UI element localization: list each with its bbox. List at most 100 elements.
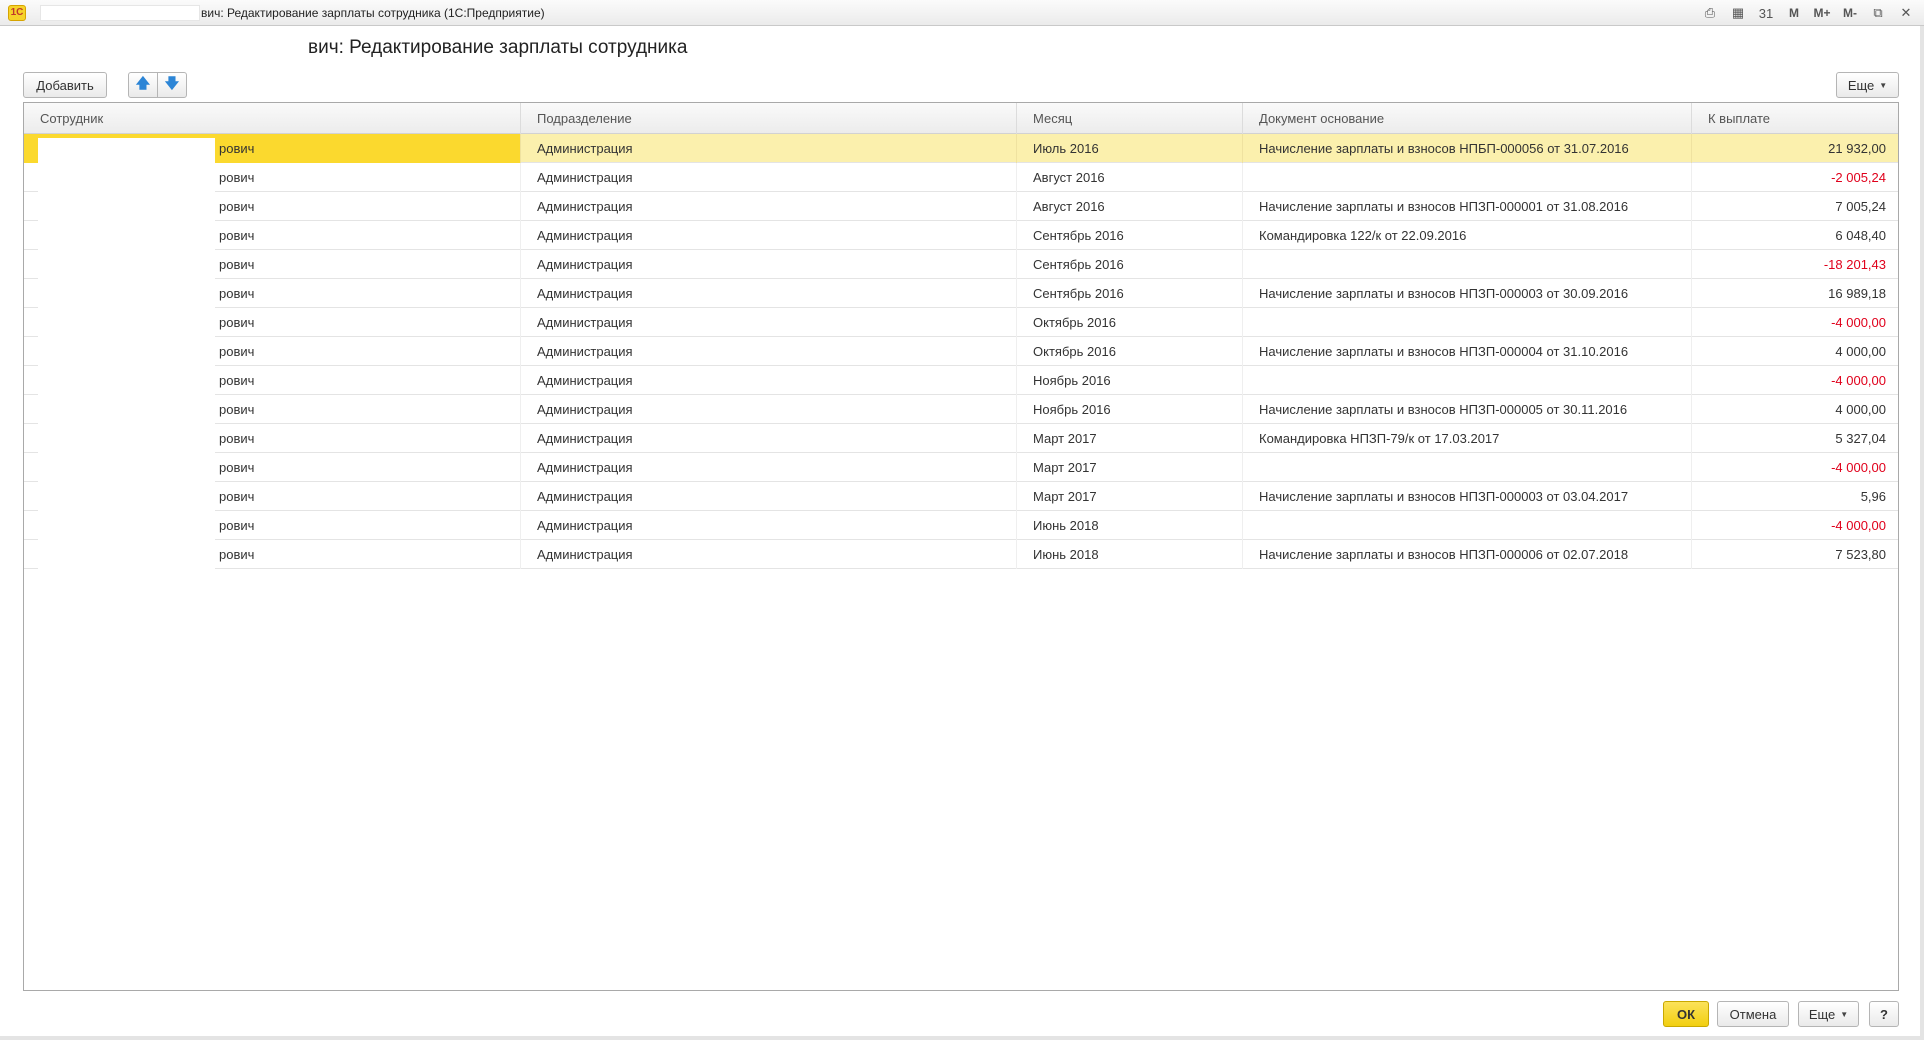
table-row[interactable]: рович Администрация Сентябрь 2016 Команд…	[24, 221, 1898, 250]
cell-document	[1243, 511, 1692, 540]
cell-month: Сентябрь 2016	[1017, 221, 1243, 250]
memory-subtract-button[interactable]: M-	[1840, 4, 1860, 22]
cell-month: Август 2016	[1017, 163, 1243, 192]
cell-document: Начисление зарплаты и взносов НПЗП-00000…	[1243, 482, 1692, 511]
cell-month: Март 2017	[1017, 453, 1243, 482]
cell-amount: 5,96	[1860, 489, 1886, 504]
table-row[interactable]: рович Администрация Ноябрь 2016 Начислен…	[24, 395, 1898, 424]
redacted-block	[40, 5, 200, 21]
arrow-down-icon: 🡇	[164, 75, 180, 91]
cell-document: Командировка НПЗП-79/к от 17.03.2017	[1243, 424, 1692, 453]
cell-department: Администрация	[521, 366, 1017, 395]
column-header-employee[interactable]: Сотрудник	[24, 103, 521, 134]
cell-department: Администрация	[521, 192, 1017, 221]
cancel-button[interactable]: Отмена	[1717, 1001, 1789, 1027]
cell-document: Начисление зарплаты и взносов НПЗП-00000…	[1243, 540, 1692, 569]
memory-button[interactable]: M	[1784, 4, 1804, 22]
move-up-button[interactable]: 🡅	[128, 72, 158, 98]
cell-department: Администрация	[521, 163, 1017, 192]
cell-department: Администрация	[521, 395, 1017, 424]
cell-amount: -2 005,24	[1831, 170, 1886, 185]
restore-window-icon[interactable]: ⧉	[1868, 4, 1888, 22]
window-border	[0, 1036, 1924, 1040]
cell-amount: 4 000,00	[1835, 402, 1886, 417]
table-row[interactable]: рович Администрация Август 2016 Начислен…	[24, 192, 1898, 221]
arrow-up-icon: 🡅	[135, 75, 151, 91]
cell-amount: 6 048,40	[1835, 228, 1886, 243]
column-header-month[interactable]: Месяц	[1017, 103, 1243, 134]
cell-amount: -4 000,00	[1831, 315, 1886, 330]
cell-document	[1243, 453, 1692, 482]
cell-month: Август 2016	[1017, 192, 1243, 221]
table-row[interactable]: рович Администрация Сентябрь 2016 -18 20…	[24, 250, 1898, 279]
cell-month: Март 2017	[1017, 424, 1243, 453]
column-header-amount[interactable]: К выплате	[1692, 103, 1898, 134]
cell-document	[1243, 308, 1692, 337]
cell-document: Начисление зарплаты и взносов НПЗП-00000…	[1243, 395, 1692, 424]
add-button[interactable]: Добавить	[23, 72, 107, 98]
salary-table[interactable]: Сотрудник Подразделение Месяц Документ о…	[23, 102, 1899, 991]
cell-month: Июль 2016	[1017, 134, 1243, 163]
cell-amount: 21 932,00	[1828, 141, 1886, 156]
more-label: Еще	[1808, 1006, 1836, 1022]
print-icon[interactable]: ⎙	[1700, 4, 1720, 22]
more-actions-button[interactable]: Еще ▼	[1836, 72, 1899, 98]
cell-department: Администрация	[521, 308, 1017, 337]
table-row[interactable]: рович Администрация Октябрь 2016 Начисле…	[24, 337, 1898, 366]
cell-month: Июнь 2018	[1017, 511, 1243, 540]
table-row[interactable]: рович Администрация Август 2016 -2 005,2…	[24, 163, 1898, 192]
table-header: Сотрудник Подразделение Месяц Документ о…	[24, 103, 1898, 134]
cell-department: Администрация	[521, 250, 1017, 279]
table-row[interactable]: рович Администрация Март 2017 Командиров…	[24, 424, 1898, 453]
app-logo-icon: 1С	[8, 5, 26, 21]
column-header-document[interactable]: Документ основание	[1243, 103, 1692, 134]
cell-department: Администрация	[521, 279, 1017, 308]
cell-month: Июнь 2018	[1017, 540, 1243, 569]
cell-amount: 5 327,04	[1835, 431, 1886, 446]
close-icon[interactable]: ✕	[1896, 4, 1916, 22]
cell-amount: -4 000,00	[1831, 373, 1886, 388]
cell-month: Октябрь 2016	[1017, 308, 1243, 337]
table-row[interactable]: рович Администрация Октябрь 2016 -4 000,…	[24, 308, 1898, 337]
table-row[interactable]: рович Администрация Июль 2016 Начисление…	[24, 134, 1898, 163]
memory-add-button[interactable]: M+	[1812, 4, 1832, 22]
cell-department: Администрация	[521, 540, 1017, 569]
window-border	[1920, 26, 1924, 1040]
cell-department: Администрация	[521, 424, 1017, 453]
redacted-block	[38, 138, 215, 672]
cell-month: Сентябрь 2016	[1017, 250, 1243, 279]
ok-button[interactable]: ОК	[1663, 1001, 1709, 1027]
table-row[interactable]: рович Администрация Июнь 2018 Начисление…	[24, 540, 1898, 569]
table-row[interactable]: рович Администрация Июнь 2018 -4 000,00	[24, 511, 1898, 540]
cell-amount: -4 000,00	[1831, 460, 1886, 475]
cell-department: Администрация	[521, 482, 1017, 511]
column-header-department[interactable]: Подразделение	[521, 103, 1017, 134]
table-row[interactable]: рович Администрация Март 2017 Начисление…	[24, 482, 1898, 511]
cell-document: Командировка 122/к от 22.09.2016	[1243, 221, 1692, 250]
cell-department: Администрация	[521, 134, 1017, 163]
more-actions-footer-button[interactable]: Еще ▼	[1798, 1001, 1859, 1027]
cell-amount: -18 201,43	[1823, 257, 1886, 272]
cell-amount: -4 000,00	[1831, 518, 1886, 533]
move-down-button[interactable]: 🡇	[157, 72, 187, 98]
cell-document: Начисление зарплаты и взносов НПБП-00005…	[1243, 134, 1692, 163]
cell-document	[1243, 250, 1692, 279]
cell-month: Ноябрь 2016	[1017, 395, 1243, 424]
cell-document	[1243, 163, 1692, 192]
calendar-icon[interactable]: 31	[1756, 4, 1776, 22]
cell-amount: 7 523,80	[1835, 547, 1886, 562]
table-row[interactable]: рович Администрация Март 2017 -4 000,00	[24, 453, 1898, 482]
table-row[interactable]: рович Администрация Сентябрь 2016 Начисл…	[24, 279, 1898, 308]
window-tools: ⎙ ▦ 31 M M+ M- ⧉ ✕	[1692, 3, 1916, 23]
table-row[interactable]: рович Администрация Ноябрь 2016 -4 000,0…	[24, 366, 1898, 395]
calculator-icon[interactable]: ▦	[1728, 4, 1748, 22]
chevron-down-icon: ▼	[1879, 80, 1888, 90]
help-button[interactable]: ?	[1869, 1001, 1899, 1027]
window-title-bar: 1С вич: Редактирование зарплаты сотрудни…	[0, 0, 1924, 26]
cell-department: Администрация	[521, 337, 1017, 366]
page-title: вич: Редактирование зарплаты сотрудника	[308, 37, 688, 58]
cell-month: Сентябрь 2016	[1017, 279, 1243, 308]
more-label: Еще	[1847, 77, 1875, 93]
cell-month: Ноябрь 2016	[1017, 366, 1243, 395]
cell-amount: 4 000,00	[1835, 344, 1886, 359]
